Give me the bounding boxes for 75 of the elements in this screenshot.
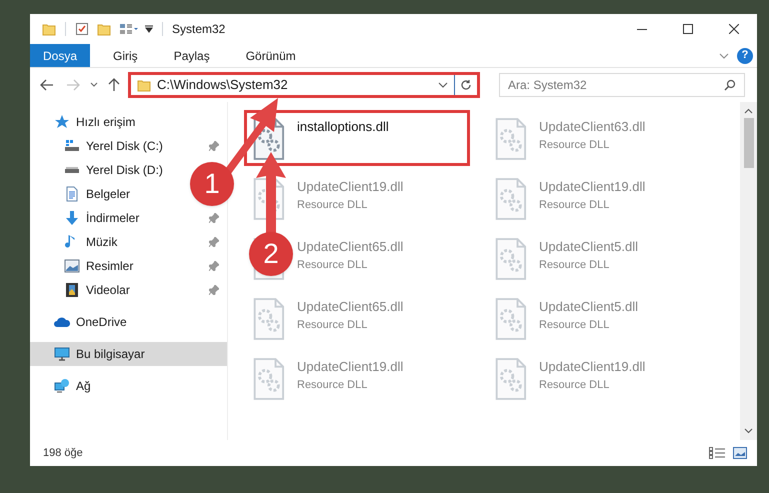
document-icon bbox=[64, 186, 80, 202]
sidebar-item[interactable]: Hızlı erişim bbox=[30, 110, 227, 134]
file-type: Resource DLL bbox=[539, 198, 610, 212]
ribbon-expand-icon[interactable] bbox=[719, 52, 729, 58]
scroll-up-icon[interactable] bbox=[744, 108, 753, 114]
file-name[interactable]: UpdateClient65.dll bbox=[297, 297, 404, 316]
pin-icon[interactable] bbox=[209, 213, 219, 223]
drive-icon bbox=[64, 138, 80, 154]
file-type: Resource DLL bbox=[539, 258, 610, 272]
sidebar-item[interactable]: Müzik bbox=[30, 230, 227, 254]
tiles-view-icon[interactable] bbox=[733, 447, 747, 459]
file-name[interactable]: UpdateClient19.dll bbox=[297, 357, 404, 376]
help-button[interactable]: ? bbox=[737, 48, 753, 64]
pin-icon[interactable] bbox=[209, 141, 219, 151]
file-name[interactable]: UpdateClient19.dll bbox=[297, 177, 404, 196]
drive-icon bbox=[64, 166, 80, 174]
scroll-thumb[interactable] bbox=[744, 118, 754, 168]
network-icon bbox=[54, 378, 70, 394]
file-name[interactable]: UpdateClient5.dll bbox=[539, 297, 638, 316]
file-type: Resource DLL bbox=[297, 318, 368, 332]
file-name[interactable]: UpdateClient5.dll bbox=[539, 237, 638, 256]
file-name[interactable]: UpdateClient65.dll bbox=[297, 237, 404, 256]
sidebar-item[interactable]: İndirmeler bbox=[30, 206, 227, 230]
file-name[interactable]: UpdateClient19.dll bbox=[539, 357, 646, 376]
address-path: C:\Windows\System32 bbox=[157, 76, 288, 94]
sidebar-item[interactable]: Videolar bbox=[30, 278, 227, 302]
back-arrow-icon[interactable] bbox=[40, 79, 54, 91]
picture-icon bbox=[64, 258, 80, 274]
properties-icon[interactable] bbox=[75, 22, 89, 36]
file-type: Resource DLL bbox=[297, 258, 368, 272]
file-type: Resource DLL bbox=[539, 378, 610, 392]
pin-icon[interactable] bbox=[209, 261, 219, 271]
search-placeholder: Ara: System32 bbox=[508, 77, 587, 94]
ribbon-tab[interactable]: Dosya bbox=[30, 44, 90, 67]
customize-caret-icon[interactable] bbox=[145, 25, 153, 33]
file-name[interactable]: UpdateClient19.dll bbox=[539, 177, 646, 196]
star-icon bbox=[54, 114, 70, 130]
recent-caret-icon[interactable] bbox=[90, 82, 98, 88]
address-bar[interactable]: C:\Windows\System32 bbox=[128, 72, 480, 98]
window-title: System32 bbox=[172, 21, 226, 38]
dropdown-chevron-icon[interactable] bbox=[438, 82, 448, 88]
close-icon bbox=[729, 24, 739, 34]
file-type: Resource DLL bbox=[539, 138, 610, 152]
sidebar-item[interactable]: Belgeler bbox=[30, 182, 138, 206]
refresh-icon[interactable] bbox=[460, 79, 472, 91]
sidebar-item[interactable]: Resimler bbox=[30, 254, 227, 278]
ribbon-tab[interactable]: Paylaş bbox=[160, 44, 223, 67]
file-type: Resource DLL bbox=[539, 318, 610, 332]
file-type: Resource DLL bbox=[297, 378, 368, 392]
sidebar-item[interactable]: Bu bilgisayar bbox=[30, 342, 227, 366]
file-name[interactable]: installoptions.dll bbox=[297, 117, 389, 136]
file-type: Resource DLL bbox=[297, 198, 368, 212]
folder-icon bbox=[137, 78, 151, 92]
download-arrow-icon bbox=[64, 210, 80, 226]
pin-icon[interactable] bbox=[209, 237, 219, 247]
sidebar-item[interactable]: Yerel Disk (C:) bbox=[30, 134, 227, 158]
view-options-icon[interactable] bbox=[119, 22, 139, 36]
sidebar-item[interactable]: Yerel Disk (D:) bbox=[30, 158, 171, 182]
search-field[interactable]: Ara: System32 bbox=[499, 73, 745, 97]
minimize-icon bbox=[637, 28, 647, 30]
ribbon-tab[interactable]: Giriş bbox=[100, 44, 151, 67]
sidebar-item[interactable]: Ağ bbox=[30, 374, 227, 398]
sidebar-item[interactable]: OneDrive bbox=[30, 310, 227, 334]
pin-icon[interactable] bbox=[209, 285, 219, 295]
file-name[interactable]: UpdateClient63.dll bbox=[539, 117, 646, 136]
ribbon-tab[interactable]: Görünüm bbox=[232, 44, 309, 67]
up-arrow-icon[interactable] bbox=[108, 78, 120, 92]
item-count: 198 öğe bbox=[43, 446, 83, 461]
maximize-icon bbox=[683, 24, 693, 34]
scroll-down-icon[interactable] bbox=[744, 428, 753, 434]
film-icon bbox=[64, 282, 80, 298]
search-icon[interactable] bbox=[724, 79, 736, 91]
scrollbar[interactable] bbox=[740, 102, 757, 440]
details-view-icon[interactable] bbox=[709, 447, 725, 459]
monitor-icon bbox=[54, 346, 70, 362]
